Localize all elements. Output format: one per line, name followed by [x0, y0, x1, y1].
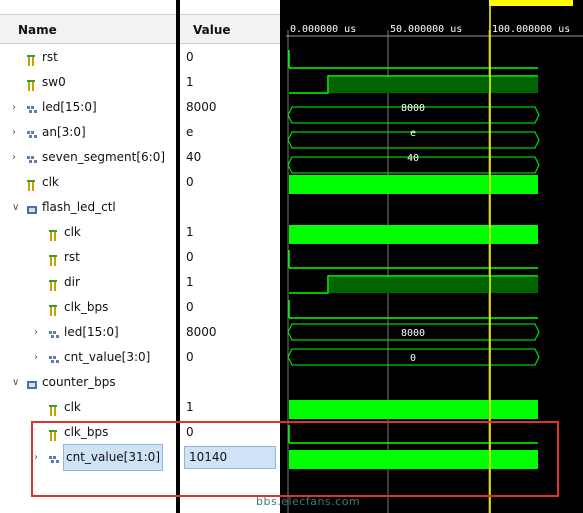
signal-name: sw0: [42, 75, 66, 89]
signal-row[interactable]: clk: [0, 220, 176, 245]
signal-row[interactable]: › seven_segment[6:0]: [0, 145, 176, 170]
signal-value-row[interactable]: 1: [180, 270, 280, 295]
wave-cnt-value-4-value: 0: [410, 353, 416, 364]
signal-value: 0: [186, 350, 194, 364]
signal-value-row[interactable]: 1: [180, 70, 280, 95]
expand-chevron-icon[interactable]: ›: [12, 120, 22, 145]
signal-name: led[15:0]: [64, 325, 119, 339]
signal-value: 1: [186, 275, 194, 289]
scope-group-icon: [26, 376, 38, 389]
signal-row[interactable]: rst: [0, 245, 176, 270]
wave-led-value: 8000: [401, 103, 425, 114]
signal-name: flash_led_ctl: [42, 200, 116, 214]
signal-row[interactable]: › led[15:0]: [0, 320, 176, 345]
scope-group-icon: [26, 201, 38, 214]
signal-value-row[interactable]: 8000: [180, 95, 280, 120]
bit-signal-icon: [48, 276, 60, 291]
value-column-header[interactable]: Value: [180, 14, 280, 44]
signal-value-row[interactable]: [180, 195, 280, 220]
wave-dir-fill: [329, 277, 538, 293]
signal-name: clk: [64, 400, 81, 414]
signal-value: 40: [186, 150, 202, 164]
wave-sw0-fill: [329, 77, 538, 93]
signal-value-row[interactable]: 0: [180, 245, 280, 270]
wave-clk: [289, 175, 538, 194]
signal-name: clk: [64, 225, 81, 239]
signal-value-row[interactable]: 0: [180, 345, 280, 370]
signal-row[interactable]: ∨ counter_bps: [0, 370, 176, 395]
signal-name: cnt_value[3:0]: [64, 350, 151, 364]
bus-signal-icon: [26, 151, 38, 164]
signal-value: 1: [186, 400, 194, 414]
signal-value-row[interactable]: [180, 370, 280, 395]
cursor-marker[interactable]: [489, 0, 573, 6]
bus-signal-icon: [48, 351, 60, 364]
signal-value: 1: [186, 225, 194, 239]
signal-value-row[interactable]: 1: [180, 220, 280, 245]
signal-name: clk_bps: [64, 300, 109, 314]
signal-value: 0: [186, 250, 194, 264]
signal-value-row[interactable]: 0: [180, 170, 280, 195]
signal-row[interactable]: clk: [0, 395, 176, 420]
wave-flash-clk: [289, 225, 538, 244]
signal-name: an[3:0]: [42, 125, 86, 139]
signal-name: seven_segment[6:0]: [42, 150, 166, 164]
signal-value: 0: [186, 175, 194, 189]
signal-value-row[interactable]: 0: [180, 295, 280, 320]
expand-chevron-icon[interactable]: ∨: [12, 195, 22, 220]
watermark: bbs.elecfans.com: [256, 495, 361, 508]
signal-value: e: [186, 125, 194, 139]
signal-value-row[interactable]: 40: [180, 145, 280, 170]
signal-row[interactable]: ∨ flash_led_ctl: [0, 195, 176, 220]
bit-signal-icon: [26, 76, 38, 91]
signal-row[interactable]: dir: [0, 270, 176, 295]
signal-name: rst: [42, 50, 58, 64]
wave-counter-clk: [289, 400, 538, 419]
expand-chevron-icon[interactable]: ›: [12, 95, 22, 120]
signal-row[interactable]: sw0: [0, 70, 176, 95]
bit-signal-icon: [26, 176, 38, 191]
bit-signal-icon: [48, 401, 60, 416]
expand-chevron-icon[interactable]: ›: [34, 345, 44, 370]
highlight-box: [31, 421, 559, 497]
wave-flash-led-value: 8000: [401, 328, 425, 339]
bit-signal-icon: [48, 226, 60, 241]
signal-row[interactable]: › an[3:0]: [0, 120, 176, 145]
signal-row[interactable]: › cnt_value[3:0]: [0, 345, 176, 370]
wave-seven-segment-value: 40: [407, 153, 419, 164]
tick-label-0: 0.000000 us: [290, 24, 356, 35]
expand-chevron-icon[interactable]: ›: [12, 145, 22, 170]
signal-name: rst: [64, 250, 80, 264]
signal-value-row[interactable]: 8000: [180, 320, 280, 345]
expand-chevron-icon[interactable]: ∨: [12, 370, 22, 395]
bus-signal-icon: [26, 101, 38, 114]
tick-label-100: 100.000000 us: [492, 24, 570, 35]
bus-signal-icon: [26, 126, 38, 139]
signal-name: dir: [64, 275, 80, 289]
signal-name: clk: [42, 175, 59, 189]
bus-signal-icon: [48, 326, 60, 339]
signal-value: 0: [186, 50, 194, 64]
name-column-header[interactable]: Name: [0, 14, 176, 44]
signal-name: led[15:0]: [42, 100, 97, 114]
signal-value: 8000: [186, 325, 217, 339]
signal-value: 8000: [186, 100, 217, 114]
bit-signal-icon: [48, 251, 60, 266]
signal-value-row[interactable]: e: [180, 120, 280, 145]
signal-value-row[interactable]: 0: [180, 45, 280, 70]
signal-name: counter_bps: [42, 375, 116, 389]
signal-value-row[interactable]: 1: [180, 395, 280, 420]
signal-row[interactable]: › led[15:0]: [0, 95, 176, 120]
wave-an-value: e: [410, 128, 416, 139]
expand-chevron-icon[interactable]: ›: [34, 320, 44, 345]
signal-row[interactable]: clk_bps: [0, 295, 176, 320]
bit-signal-icon: [26, 51, 38, 66]
signal-row[interactable]: rst: [0, 45, 176, 70]
signal-row[interactable]: clk: [0, 170, 176, 195]
bit-signal-icon: [48, 301, 60, 316]
tick-label-50: 50.000000 us: [390, 24, 462, 35]
signal-value: 0: [186, 300, 194, 314]
signal-value: 1: [186, 75, 194, 89]
